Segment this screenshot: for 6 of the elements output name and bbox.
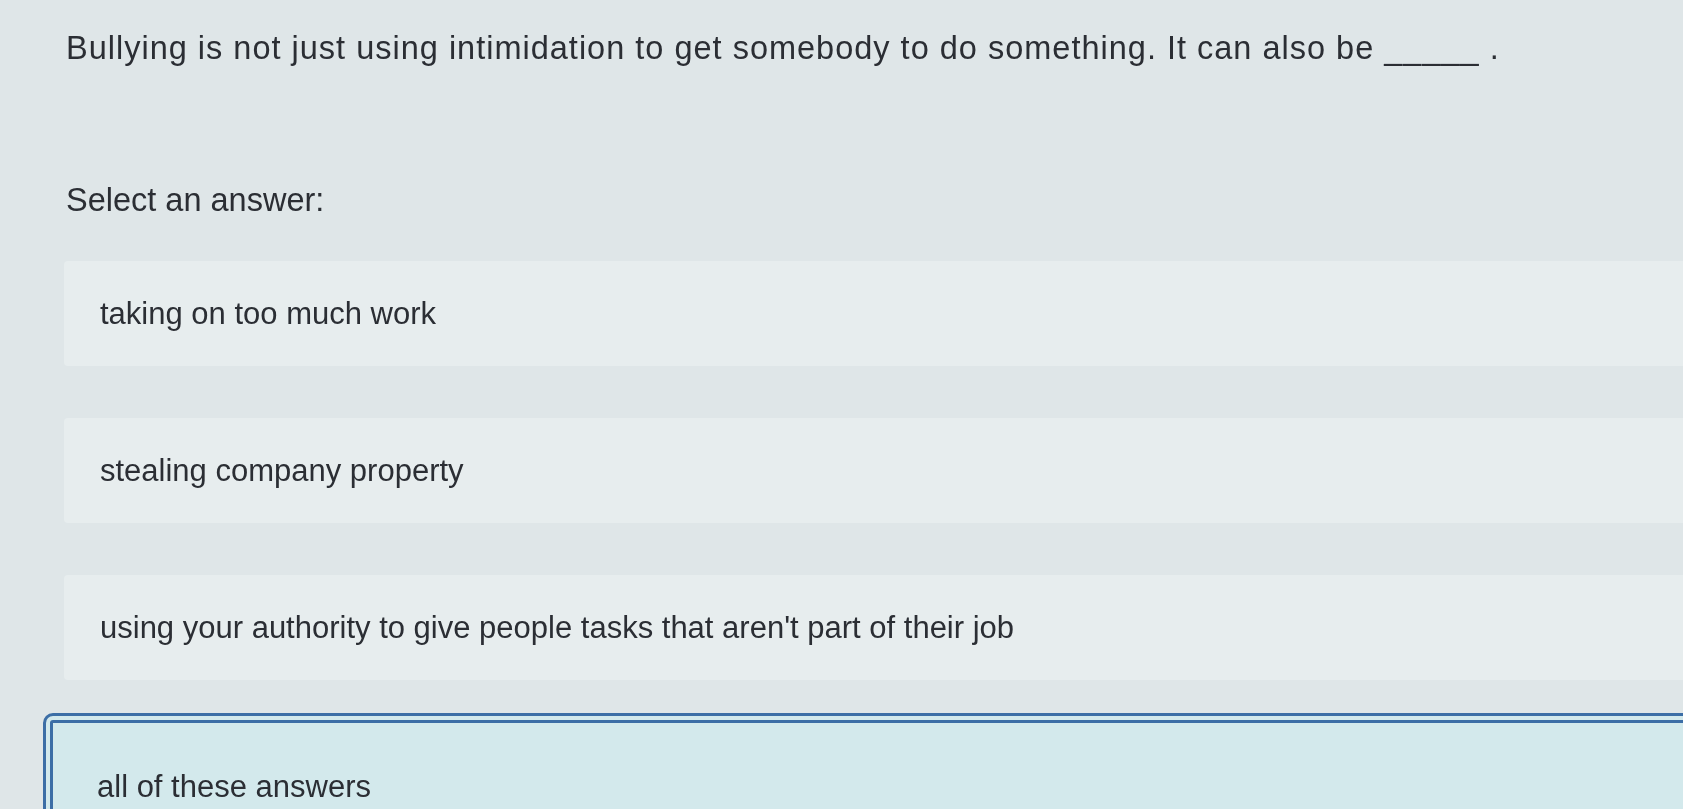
answer-option[interactable]: all of these answers [43, 713, 1683, 809]
answer-option[interactable]: using your authority to give people tasks that aren't part of their job [64, 575, 1683, 680]
answer-option[interactable]: taking on too much work [64, 261, 1683, 366]
select-answer-label: Select an answer: [65, 181, 326, 220]
answer-option[interactable]: stealing company property [64, 418, 1683, 523]
question-text: Bullying is not just using intimidation to get somebody to do something. It can also be _____ . [65, 29, 1501, 68]
